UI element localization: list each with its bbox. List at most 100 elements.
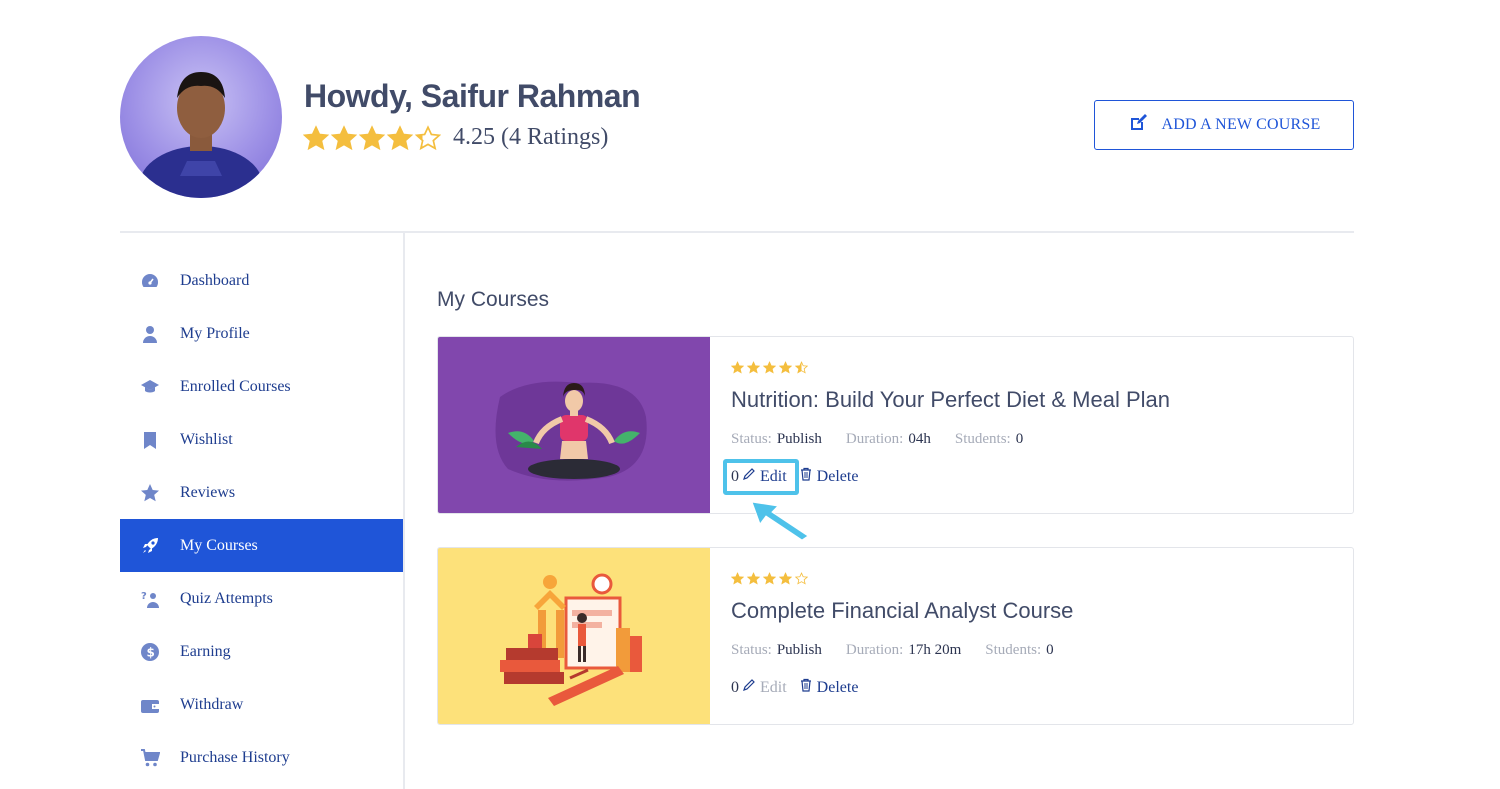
course-meta: Status: Publish Duration: 17h 20m Students… bbox=[731, 642, 1054, 659]
divider bbox=[120, 231, 1354, 233]
star-half-icon bbox=[415, 124, 441, 150]
star-full-icon bbox=[303, 124, 329, 150]
sidebar-divider bbox=[403, 233, 405, 789]
svg-text:$: $ bbox=[147, 645, 155, 659]
graduation-cap-icon bbox=[140, 377, 160, 397]
cart-icon bbox=[140, 748, 160, 768]
delete-course-button[interactable]: Delete bbox=[799, 678, 859, 697]
course-students: Students: 0 bbox=[955, 431, 1023, 448]
delete-label: Delete bbox=[816, 678, 859, 696]
course-duration: Duration: 17h 20m bbox=[846, 642, 961, 659]
duration-value: 04h bbox=[908, 431, 931, 447]
course-count: 0 bbox=[731, 678, 739, 696]
avatar bbox=[120, 36, 282, 198]
trash-icon bbox=[799, 467, 817, 486]
course-title[interactable]: Complete Financial Analyst Course bbox=[731, 598, 1073, 624]
star-icon bbox=[140, 483, 160, 503]
star-full-icon bbox=[387, 124, 413, 150]
rocket-icon bbox=[140, 536, 160, 556]
sidebar-item-withdraw[interactable]: Withdraw bbox=[120, 678, 403, 731]
user-icon bbox=[140, 324, 160, 344]
rating-stars bbox=[303, 124, 441, 151]
trash-icon bbox=[799, 678, 817, 697]
course-thumbnail[interactable] bbox=[438, 548, 710, 724]
sidebar-item-label: Reviews bbox=[180, 483, 236, 501]
star-full-icon bbox=[779, 572, 792, 585]
duration-value: 17h 20m bbox=[908, 642, 962, 658]
star-full-icon bbox=[731, 572, 744, 585]
instructor-name: Saifur Rahman bbox=[420, 78, 641, 114]
delete-course-button[interactable]: Delete bbox=[799, 467, 859, 486]
course-duration: Duration: 04h bbox=[846, 431, 931, 448]
course-meta: Status: Publish Duration: 04h Students: 0 bbox=[731, 431, 1023, 448]
edit-label: Edit bbox=[760, 467, 787, 485]
star-half-icon bbox=[795, 361, 808, 374]
edit-label: Edit bbox=[760, 678, 787, 696]
sidebar-item-label: Withdraw bbox=[180, 695, 244, 713]
course-actions: 0 Edit Delete bbox=[731, 467, 858, 486]
svg-text:?: ? bbox=[141, 591, 147, 602]
star-full-icon bbox=[747, 572, 760, 585]
dashboard-icon bbox=[140, 271, 160, 291]
course-rating-stars bbox=[731, 572, 808, 585]
star-full-icon bbox=[731, 361, 744, 374]
course-card: Nutrition: Build Your Perfect Diet & Mea… bbox=[437, 336, 1354, 514]
sidebar-item-label: My Courses bbox=[180, 536, 258, 554]
sidebar-item-label: Dashboard bbox=[180, 271, 250, 289]
students-label: Students: bbox=[985, 642, 1042, 658]
course-thumbnail[interactable] bbox=[438, 337, 710, 513]
sidebar-item-label: Wishlist bbox=[180, 430, 233, 448]
course-body: Nutrition: Build Your Perfect Diet & Mea… bbox=[731, 337, 1353, 513]
sidebar-item-label: Earning bbox=[180, 642, 231, 660]
delete-label: Delete bbox=[816, 467, 859, 485]
greeting-prefix: Howdy, bbox=[304, 78, 413, 114]
sidebar-item-my-courses[interactable]: My Courses bbox=[120, 519, 403, 572]
sidebar-item-dashboard[interactable]: Dashboard bbox=[120, 254, 403, 307]
wallet-icon bbox=[140, 695, 160, 715]
bookmark-icon bbox=[140, 430, 160, 450]
status-label: Status: bbox=[731, 431, 772, 447]
star-full-icon bbox=[779, 361, 792, 374]
quiz-icon: ? bbox=[140, 589, 160, 609]
course-count: 0 bbox=[731, 467, 739, 485]
sidebar-item-label: Quiz Attempts bbox=[180, 589, 273, 607]
sidebar-item-label: Purchase History bbox=[180, 748, 290, 766]
course-status: Status: Publish bbox=[731, 431, 822, 448]
duration-label: Duration: bbox=[845, 642, 904, 658]
star-empty-icon bbox=[795, 572, 808, 585]
star-full-icon bbox=[331, 124, 357, 150]
edit-course-button[interactable]: Edit bbox=[742, 678, 787, 697]
sidebar-item-my-profile[interactable]: My Profile bbox=[120, 307, 403, 360]
add-new-course-button[interactable]: ADD A NEW COURSE bbox=[1094, 100, 1354, 150]
course-actions: 0 Edit Delete bbox=[731, 678, 858, 697]
star-full-icon bbox=[763, 361, 776, 374]
status-value: Publish bbox=[776, 642, 822, 658]
course-rating-stars bbox=[731, 361, 808, 374]
edit-course-button[interactable]: Edit bbox=[742, 467, 787, 486]
status-value: Publish bbox=[776, 431, 822, 447]
sidebar: Dashboard My Profile Enrolled Courses Wi… bbox=[120, 254, 403, 784]
status-label: Status: bbox=[731, 642, 772, 658]
instructor-rating: 4.25 (4 Ratings) bbox=[303, 124, 608, 151]
course-students: Students: 0 bbox=[985, 642, 1053, 659]
sidebar-item-earning[interactable]: $ Earning bbox=[120, 625, 403, 678]
dollar-icon: $ bbox=[140, 642, 160, 662]
course-body: Complete Financial Analyst Course Status… bbox=[731, 548, 1353, 724]
duration-label: Duration: bbox=[845, 431, 904, 447]
sidebar-item-reviews[interactable]: Reviews bbox=[120, 466, 403, 519]
sidebar-item-wishlist[interactable]: Wishlist bbox=[120, 413, 403, 466]
sidebar-item-purchase-history[interactable]: Purchase History bbox=[120, 731, 403, 784]
sidebar-item-enrolled-courses[interactable]: Enrolled Courses bbox=[120, 360, 403, 413]
course-title[interactable]: Nutrition: Build Your Perfect Diet & Mea… bbox=[731, 387, 1170, 413]
star-full-icon bbox=[763, 572, 776, 585]
course-card: Complete Financial Analyst Course Status… bbox=[437, 547, 1354, 725]
students-value: 0 bbox=[1046, 642, 1054, 658]
sidebar-item-label: Enrolled Courses bbox=[180, 377, 291, 395]
students-label: Students: bbox=[954, 431, 1011, 447]
sidebar-item-quiz-attempts[interactable]: ? Quiz Attempts bbox=[120, 572, 403, 625]
add-new-course-label: ADD A NEW COURSE bbox=[1161, 116, 1321, 133]
pencil-icon bbox=[742, 467, 760, 486]
greeting: Howdy, Saifur Rahman bbox=[304, 78, 641, 115]
pencil-icon bbox=[742, 678, 760, 697]
sidebar-item-label: My Profile bbox=[180, 324, 250, 342]
